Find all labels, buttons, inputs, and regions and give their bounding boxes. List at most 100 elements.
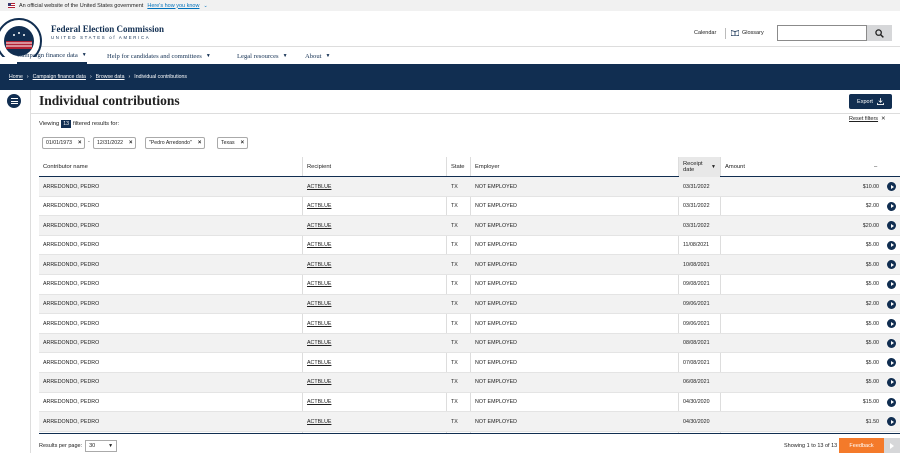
filter-tag-date-from[interactable]: 01/01/1973 × — [42, 137, 86, 149]
amount-cell: $1.50 — [865, 418, 879, 425]
filter-tag-contributor[interactable]: "Pedro Arredondo" × — [145, 137, 206, 149]
state-cell: TX — [451, 399, 458, 406]
recipient-link[interactable]: ACTBLUE — [307, 393, 331, 412]
recipient-link[interactable]: ACTBLUE — [307, 255, 331, 274]
breadcrumb-home[interactable]: Home — [9, 74, 23, 80]
row-details-play-icon[interactable] — [887, 299, 896, 309]
row-details-play-icon[interactable] — [887, 260, 896, 270]
search-input[interactable] — [777, 25, 867, 41]
row-details-play-icon[interactable] — [887, 221, 896, 231]
search-button[interactable] — [867, 25, 892, 41]
feedback-button[interactable]: Feedback — [839, 438, 884, 453]
nav-campaign-finance-data[interactable]: Campaign finance data ▼ — [17, 48, 87, 64]
row-details-play-icon[interactable] — [887, 358, 896, 368]
header-divider — [725, 28, 726, 39]
table-row[interactable]: ARREDONDO, PEDRO ACTBLUE TX NOT EMPLOYED 09/… — [39, 314, 900, 334]
table-row[interactable]: ARREDONDO, PEDRO ACTBLUE TX NOT EMPLOYED 10/… — [39, 255, 900, 275]
per-page-select[interactable]: 30 ▼ — [85, 440, 118, 452]
recipient-link[interactable]: ACTBLUE — [307, 236, 331, 255]
row-details-play-icon[interactable] — [887, 240, 896, 250]
breadcrumb-current: Individual contributions — [134, 74, 188, 80]
row-details-play-icon[interactable] — [887, 182, 896, 191]
site-subtitle: UNITED STATES of AMERICA — [51, 35, 151, 40]
nav-legal-resources[interactable]: Legal resources ▼ — [237, 48, 288, 64]
next-page-button[interactable] — [884, 438, 900, 453]
recipient-link[interactable]: ACTBLUE — [307, 197, 331, 216]
state-cell: TX — [451, 379, 458, 386]
employer-cell: NOT EMPLOYED — [475, 340, 517, 347]
table-row[interactable]: ARREDONDO, PEDRO ACTBLUE TX NOT EMPLOYED 04/… — [39, 393, 900, 413]
close-icon[interactable]: × — [129, 140, 133, 146]
row-details-play-icon[interactable] — [887, 319, 896, 329]
table-row[interactable]: ARREDONDO, PEDRO ACTBLUE TX NOT EMPLOYED 06/… — [39, 372, 900, 393]
table-row[interactable]: ARREDONDO, PEDRO ACTBLUE TX NOT EMPLOYED 11/… — [39, 236, 900, 256]
recipient-link[interactable]: ACTBLUE — [307, 216, 331, 235]
employer-cell: NOT EMPLOYED — [475, 203, 517, 210]
state-cell: TX — [451, 301, 458, 308]
gov-banner-link[interactable]: Here's how you know — [147, 3, 199, 9]
calendar-link[interactable]: Calendar — [694, 30, 716, 36]
receipt-date-cell: 03/31/2022 — [683, 222, 710, 229]
export-button[interactable]: Export — [849, 94, 892, 109]
filter-tag-label: 01/01/1973 — [46, 140, 72, 146]
employer-cell: NOT EMPLOYED — [475, 379, 517, 386]
row-details-play-icon[interactable] — [887, 338, 896, 348]
row-details-play-icon[interactable] — [887, 279, 896, 289]
table-row[interactable]: ARREDONDO, PEDRO ACTBLUE TX NOT EMPLOYED 03/… — [39, 177, 900, 197]
filter-tag-date-to[interactable]: 12/31/2022 × — [93, 137, 137, 149]
results-count-badge: 13 — [61, 120, 71, 128]
table-row[interactable]: ARREDONDO, PEDRO ACTBLUE TX NOT EMPLOYED 07/… — [39, 353, 900, 373]
receipt-date-cell: 04/30/2020 — [683, 418, 710, 425]
chevron-down-icon[interactable]: ⌄ — [203, 3, 207, 9]
filter-tag-state[interactable]: Texas × — [217, 137, 249, 149]
table-header-row: Contributor name Recipient State Employe… — [39, 157, 900, 177]
breadcrumb-campaign-finance[interactable]: Campaign finance data — [33, 74, 86, 80]
recipient-link[interactable]: ACTBLUE — [307, 412, 331, 431]
filter-panel-toggle-icon[interactable] — [7, 94, 21, 108]
row-details-play-icon[interactable] — [887, 377, 896, 387]
close-icon[interactable]: × — [198, 140, 202, 146]
column-header-employer[interactable]: Employer — [475, 157, 499, 177]
recipient-link[interactable]: ACTBLUE — [307, 334, 331, 353]
contributor-name-cell: ARREDONDO, PEDRO — [43, 399, 100, 406]
state-cell: TX — [451, 261, 458, 268]
column-header-amount[interactable]: Amount — [725, 157, 745, 177]
close-icon[interactable]: × — [78, 140, 82, 146]
contributor-name-cell: ARREDONDO, PEDRO — [43, 222, 100, 229]
recipient-link[interactable]: ACTBLUE — [307, 295, 331, 314]
column-header-recipient[interactable]: Recipient — [307, 157, 331, 177]
table-row[interactable]: ARREDONDO, PEDRO ACTBLUE TX NOT EMPLOYED 08/… — [39, 333, 900, 354]
contributor-name-cell: ARREDONDO, PEDRO — [43, 340, 100, 347]
reset-filters-button[interactable]: Reset filters ✕ — [849, 116, 886, 122]
amount-cell: $2.00 — [865, 203, 879, 210]
nav-help-candidates[interactable]: Help for candidates and committees ▼ — [107, 48, 211, 64]
book-icon — [731, 30, 739, 36]
table-row[interactable]: ARREDONDO, PEDRO ACTBLUE TX NOT EMPLOYED 09/… — [39, 275, 900, 295]
us-flag-icon — [8, 3, 15, 8]
table-row[interactable]: ARREDONDO, PEDRO ACTBLUE TX NOT EMPLOYED 04/… — [39, 412, 900, 432]
site-title[interactable]: Federal Election Commission — [51, 24, 164, 34]
row-details-play-icon[interactable] — [887, 417, 896, 427]
amount-cell: $5.00 — [865, 359, 879, 366]
column-header-state[interactable]: State — [451, 157, 465, 177]
recipient-link[interactable]: ACTBLUE — [307, 373, 331, 392]
nav-about[interactable]: About ▼ — [305, 48, 330, 64]
recipient-link[interactable]: ACTBLUE — [307, 353, 331, 372]
column-header-receipt-date[interactable]: Receipt date ▼ — [679, 157, 720, 177]
table-row[interactable]: ARREDONDO, PEDRO ACTBLUE TX NOT EMPLOYED 09/… — [39, 294, 900, 315]
breadcrumb-browse-data[interactable]: Browse data — [96, 74, 125, 80]
row-details-play-icon[interactable] — [887, 201, 896, 211]
table-row[interactable]: ARREDONDO, PEDRO ACTBLUE TX NOT EMPLOYED 03/… — [39, 197, 900, 217]
contributor-name-cell: ARREDONDO, PEDRO — [43, 203, 100, 210]
recipient-link[interactable]: ACTBLUE — [307, 314, 331, 333]
table-row[interactable]: ARREDONDO, PEDRO ACTBLUE TX NOT EMPLOYED 03/… — [39, 216, 900, 236]
glossary-link[interactable]: Glossary — [731, 30, 764, 36]
recipient-link[interactable]: ACTBLUE — [307, 177, 331, 196]
column-header-contributor[interactable]: Contributor name — [43, 157, 88, 177]
main-nav: Campaign finance data ▼ Help for candidat… — [0, 48, 900, 64]
receipt-date-cell: 11/08/2021 — [683, 242, 710, 249]
row-details-play-icon[interactable] — [887, 397, 896, 407]
close-icon[interactable]: × — [241, 140, 245, 146]
recipient-link[interactable]: ACTBLUE — [307, 275, 331, 294]
viewing-suffix: filtered results for: — [72, 121, 120, 127]
